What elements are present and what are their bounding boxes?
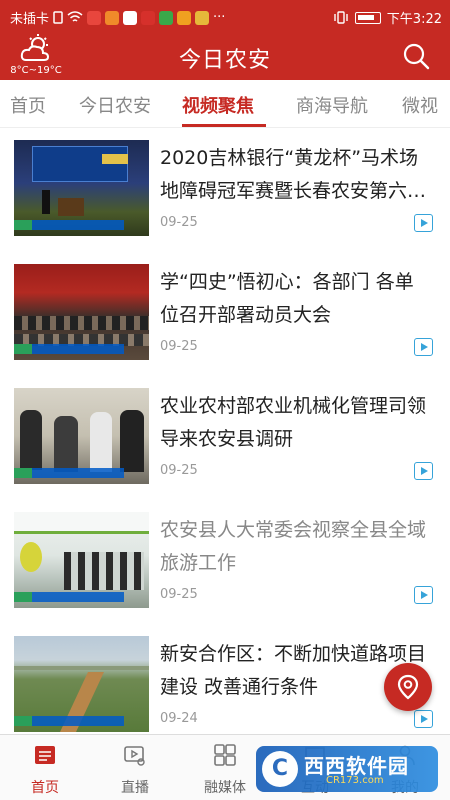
tab-business-nav[interactable]: 商海导航 (296, 92, 368, 118)
news-item[interactable]: 农业农村部农业机械化管理司领导来农安县调研 09-25 (0, 376, 450, 500)
tab-home[interactable]: 首页 (10, 92, 46, 118)
media-icon (214, 744, 236, 766)
location-pin-icon (397, 674, 419, 700)
home-icon (35, 746, 55, 764)
news-list: 2020吉林银行“黄龙杯”马术场地障碍冠军赛暨长春农安第六… 09-25 学“四… (0, 128, 450, 734)
news-date: 09-25 (160, 463, 198, 478)
more-indicator: ··· (213, 10, 226, 25)
app-notification-icon (123, 10, 138, 25)
sim-icon (53, 11, 63, 24)
news-thumbnail (14, 636, 149, 732)
nav-label: 首页 (31, 780, 59, 796)
news-title: 农业农村部农业机械化管理司领导来农安县调研 (160, 395, 427, 450)
status-right: 下午3:22 (333, 8, 442, 27)
news-title: 2020吉林银行“黄龙杯”马术场地障碍冠军赛暨长春农安第六… (160, 147, 427, 202)
app-notification-icon (87, 10, 102, 25)
site-watermark: C 西西软件园 CR173.com (256, 746, 438, 792)
news-date: 09-25 (160, 587, 198, 602)
news-item[interactable]: 学“四史”悟初心：各部门 各单位召开部署动员大会 09-25 (0, 252, 450, 376)
news-thumbnail (14, 512, 149, 608)
news-date: 09-24 (160, 711, 198, 726)
news-date: 09-25 (160, 339, 198, 354)
news-thumbnail (14, 140, 149, 236)
news-channel-badge (14, 344, 124, 354)
status-left: 未插卡 ··· (10, 8, 225, 27)
news-channel-badge (14, 592, 124, 602)
news-channel-badge (14, 220, 124, 230)
watermark-subtext: CR173.com (326, 775, 384, 786)
channel-tabs: 首页 今日农安 视频聚焦 商海导航 微视 (0, 80, 450, 128)
play-video-icon[interactable] (414, 462, 433, 480)
wifi-icon (67, 11, 83, 22)
news-date: 09-25 (160, 215, 198, 230)
news-channel-badge (14, 716, 124, 726)
nav-home[interactable]: 首页 (0, 735, 90, 800)
nav-live[interactable]: 直播 (90, 735, 180, 800)
tab-video-focus[interactable]: 视频聚焦 (182, 92, 254, 118)
news-channel-badge (14, 468, 124, 478)
news-title: 农安县人大常委会视察全县全域旅游工作 (160, 519, 427, 574)
news-item[interactable]: 2020吉林银行“黄龙杯”马术场地障碍冠军赛暨长春农安第六… 09-25 (0, 128, 450, 252)
news-title: 学“四史”悟初心：各部门 各单位召开部署动员大会 (160, 271, 414, 326)
status-bar: 未插卡 ··· 下午3:22 (0, 0, 450, 32)
carrier-text: 未插卡 (10, 12, 50, 27)
nav-label: 直播 (121, 780, 149, 796)
app-notification-icon (159, 10, 174, 25)
app-header: 8°C~19°C 今日农安 (0, 32, 450, 80)
app-notification-icon (141, 10, 156, 25)
live-icon (124, 746, 145, 766)
news-thumbnail (14, 264, 149, 360)
app-notification-icon (177, 10, 192, 25)
news-item[interactable]: 新安合作区：不断加快道路项目建设 改善通行条件 09-24 (0, 624, 450, 734)
tab-today-nongan[interactable]: 今日农安 (79, 92, 151, 118)
play-video-icon[interactable] (414, 710, 433, 728)
page-title: 今日农安 (178, 48, 271, 73)
play-video-icon[interactable] (414, 586, 433, 604)
battery-icon (354, 11, 381, 24)
location-button[interactable] (384, 663, 432, 711)
play-video-icon[interactable] (414, 214, 433, 232)
news-item[interactable]: 农安县人大常委会视察全县全域旅游工作 09-25 (0, 500, 450, 624)
search-icon[interactable] (402, 42, 430, 70)
status-time: 下午3:22 (386, 12, 442, 27)
app-notification-icon (105, 10, 120, 25)
play-video-icon[interactable] (414, 338, 433, 356)
tab-micro-video[interactable]: 微视 (402, 92, 438, 118)
watermark-logo-icon: C (262, 751, 298, 787)
weibo-icon (195, 10, 210, 25)
active-tab-indicator (182, 124, 266, 127)
news-thumbnail (14, 388, 149, 484)
vibrate-icon (334, 11, 348, 24)
